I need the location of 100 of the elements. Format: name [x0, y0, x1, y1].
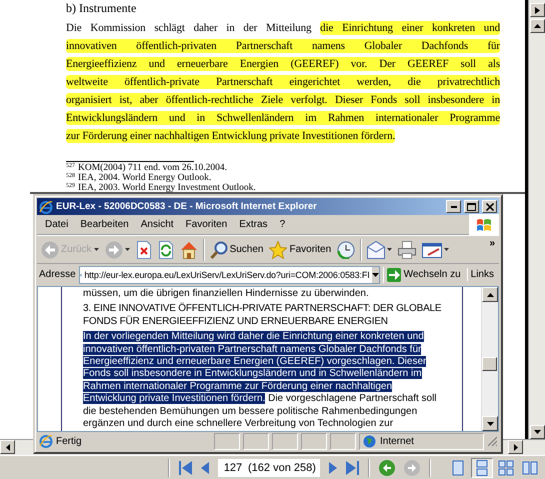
- print-button[interactable]: [397, 240, 418, 260]
- maximize-button[interactable]: [464, 200, 479, 213]
- status-panel: [330, 432, 356, 450]
- more-button[interactable]: »: [485, 236, 499, 251]
- first-page-icon: [179, 460, 192, 474]
- stop-button[interactable]: [134, 240, 153, 260]
- footnote-text: IEA, 2004. World Energy Outlook.: [78, 173, 212, 183]
- page-layout-button[interactable]: [471, 458, 493, 478]
- caret-down-icon: [124, 248, 130, 251]
- expand-button[interactable]: [530, 3, 544, 17]
- footnote-number: 529: [66, 183, 75, 189]
- status-text: Fertig: [56, 436, 83, 446]
- page-layout-icon: [522, 460, 538, 476]
- selected-text: Energieeffizienz und erneuerbare Energien (GEEREF) vorgeschlagen. Dieser: [83, 356, 426, 368]
- close-button[interactable]: [482, 200, 497, 213]
- footnote-text: KOM(2004) 711 end. vom 26.10.2004.: [78, 163, 227, 173]
- highlighted-text: weltweite öffentlich-private Partnerschaft eingerichtet werden, die privatrechtlich: [66, 75, 500, 89]
- triangle-up-icon: [534, 24, 540, 28]
- triangle-up-icon: [486, 292, 494, 296]
- highlighted-text: Entwicklungsländern und in Schwellenländern im Rahmen internationaler Programme: [66, 111, 500, 125]
- last-button[interactable]: [346, 460, 359, 474]
- menu-item[interactable]: Favoriten: [180, 217, 234, 232]
- printer-icon: [398, 240, 416, 258]
- page-layout-icon: [450, 460, 466, 476]
- favorites-button[interactable]: Favoriten: [268, 240, 332, 260]
- refresh-button[interactable]: [156, 240, 175, 260]
- caret-down-icon: [372, 272, 379, 276]
- section-heading: b) Instrumente: [66, 1, 138, 16]
- envelope-icon: [367, 240, 386, 258]
- selected-text: In der vorliegenden Mitteilung wird daher die Einrichtung einer konkreten und: [83, 331, 424, 342]
- house-icon: [180, 240, 198, 258]
- search-icon: [210, 240, 228, 258]
- maximize-icon: [467, 202, 476, 210]
- menu-item[interactable]: Extras: [233, 217, 274, 232]
- star-icon: [269, 240, 288, 258]
- paragraph-text: müssen, um die übrigen finanziellen Hindernisse zu überwinden.: [83, 288, 369, 299]
- scroll-down-button[interactable]: [530, 425, 544, 439]
- left-arrow-circle-icon: [378, 460, 395, 476]
- arrow-right-icon: [386, 268, 401, 282]
- zone-text: Internet: [380, 436, 414, 446]
- scroll-thumb[interactable]: [482, 357, 497, 371]
- address-field[interactable]: http://eur-lex.europa.eu/LexUriServ/LexUriServ.do?uri=COM:2006:0583:FI: [78, 266, 380, 284]
- minimize-icon: [450, 206, 456, 208]
- menu-item[interactable]: Datei: [39, 217, 74, 232]
- minimize-button[interactable]: [446, 200, 461, 213]
- footnote-text: IEA, 2003. World Energy Investment Outlook.: [78, 183, 256, 193]
- scroll-right-button[interactable]: [508, 440, 523, 454]
- selected-text: Rahmen internationaler Programme zur Förderung einer nachhaltigen: [83, 380, 392, 392]
- status-panel: [272, 432, 298, 450]
- section-heading: 3. EINE INNOVATIVE ÖFFENTLICH-PRIVATE PARTNERSCHAFT: DER GLOBALE: [83, 303, 442, 314]
- caret-down-icon: [444, 248, 450, 251]
- menu-item[interactable]: ?: [274, 217, 292, 232]
- triangle-right-icon: [328, 462, 337, 474]
- document-pen-icon: [422, 240, 442, 258]
- links-button[interactable]: Links: [466, 268, 497, 281]
- paragraph-text: Die vorgeschlagene Partnerschaft soll: [267, 393, 437, 404]
- search-button[interactable]: Suchen: [208, 240, 264, 260]
- page-count: (162 von 258): [248, 462, 317, 474]
- triangle-right-icon: [514, 444, 518, 450]
- go-button[interactable]: Wechseln zu: [382, 266, 464, 282]
- document-x-icon: [136, 240, 152, 258]
- paragraph-text: Die Kommission schlägt daher in der Mitteilung: [66, 22, 312, 34]
- prev-button[interactable]: [201, 462, 209, 474]
- menu-item[interactable]: Ansicht: [134, 217, 180, 232]
- last-page-icon: [346, 460, 359, 474]
- right-arrow-circle-icon: [404, 460, 420, 476]
- status-panel: [243, 432, 269, 450]
- first-button[interactable]: [179, 460, 192, 474]
- selected-text: Fonds soll insbesondere in Entwicklungsländern und in Schwellenländern im: [83, 368, 422, 380]
- next-button[interactable]: [328, 462, 337, 474]
- globe-icon: [363, 434, 376, 448]
- right-arrow-circle-icon: [104, 240, 123, 258]
- left-arrow-circle-icon: [41, 240, 59, 258]
- triangle-left-icon: [6, 444, 10, 450]
- status-panel: [214, 432, 240, 450]
- menu-item[interactable]: Bearbeiten: [74, 217, 135, 232]
- status-panel: [301, 432, 327, 450]
- caret-down-icon: [94, 248, 99, 251]
- paragraph-text: die bestehenden Bemühungen um bessere politische Rahmenbedingungen: [83, 406, 418, 417]
- back-button[interactable]: [378, 460, 395, 476]
- section-heading: FONDS FÜR ENERGIEEFFIZIENZ UND ERNEUERBARE ENERGIEN: [83, 316, 388, 327]
- home-button[interactable]: [178, 240, 199, 260]
- scroll-down-button[interactable]: [482, 416, 498, 431]
- triangle-down-icon: [486, 422, 494, 426]
- triangle-left-icon: [201, 462, 209, 474]
- caret-down-icon: [387, 248, 392, 251]
- history-button[interactable]: [336, 240, 356, 260]
- mail-button[interactable]: [366, 240, 394, 260]
- selected-text: innovativen öffentlich-privaten Partnerschaft namens Globaler Dachfonds für: [83, 344, 422, 355]
- paragraph-text: ergänzen und durch eine schnellere Verbreitung von Technologien zur: [83, 418, 394, 430]
- triangle-down-icon: [534, 430, 540, 434]
- highlighted-text: die Einrichtung einer konkreten und: [320, 21, 500, 35]
- footnote-number: 528: [66, 173, 75, 179]
- browser-logo-icon: [39, 200, 53, 214]
- scroll-left-button[interactable]: [0, 440, 15, 454]
- scroll-up-button[interactable]: [530, 19, 544, 33]
- highlighted-text: Energieeffizienz und erneuerbare Energien (GEEREF) vor. Der GEEREF soll als: [66, 57, 500, 71]
- scroll-up-button[interactable]: [482, 287, 498, 302]
- address-label: Adresse: [39, 269, 76, 280]
- document-refresh-icon: [158, 240, 174, 258]
